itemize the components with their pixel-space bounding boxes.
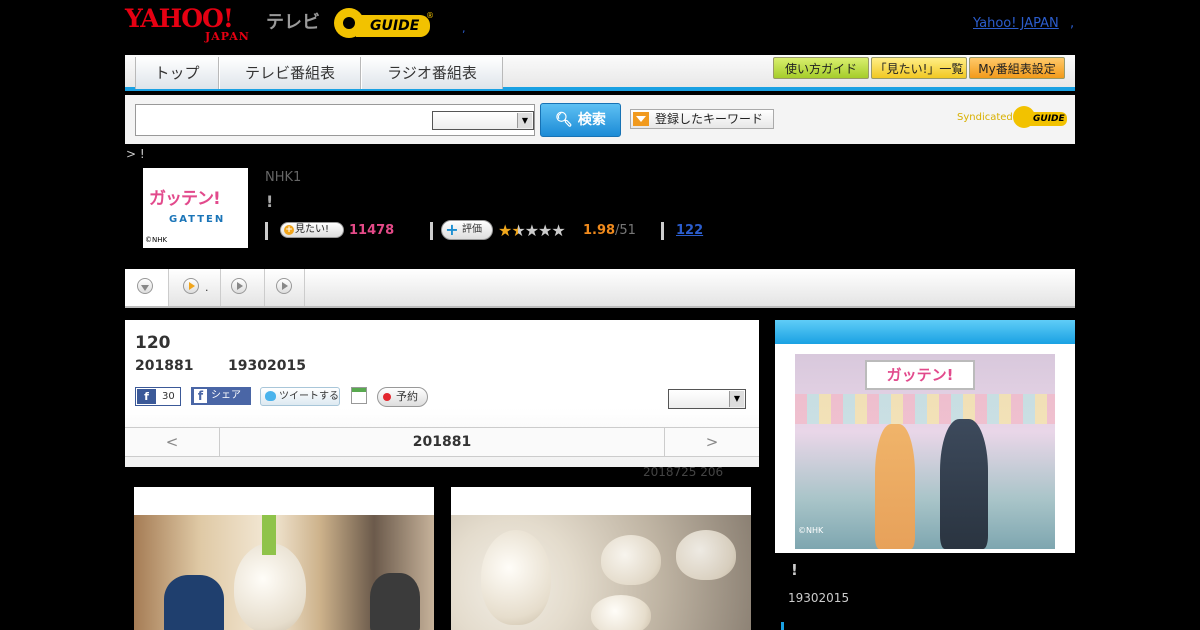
sidebar-title: ! — [791, 561, 798, 579]
twitter-bird-icon — [265, 391, 276, 401]
record-icon — [383, 393, 391, 401]
subtab-1[interactable] — [125, 269, 169, 306]
rate-button[interactable]: + 評価 — [441, 220, 493, 240]
sidebar-time: 19302015 — [788, 591, 850, 605]
episode-image-card[interactable] — [451, 487, 751, 630]
yahoo-japan-logo[interactable]: YAHOO! JAPAN — [125, 4, 262, 44]
header-link-separator: , — [1070, 16, 1075, 31]
nav-tab-top[interactable]: トップ — [135, 57, 219, 89]
star-filled-icon: ★ — [498, 221, 512, 240]
my-schedule-settings-button[interactable]: My番組表設定 — [969, 57, 1065, 79]
chevron-down-icon: ▼ — [517, 113, 532, 128]
current-date: 201881 — [412, 434, 472, 450]
star-half-icon: ★ — [511, 221, 525, 240]
divider — [661, 222, 664, 240]
facebook-icon: f — [194, 389, 207, 403]
chevron-down-icon: ▼ — [729, 391, 744, 407]
plus-icon: + — [284, 225, 294, 235]
play-icon — [276, 278, 292, 294]
episode-select[interactable]: ▼ — [668, 389, 746, 409]
gguide-logo-text: GUIDE — [356, 15, 430, 37]
tweet-button[interactable]: ツイートする — [260, 387, 340, 406]
star-empty-icon: ★ — [524, 221, 539, 240]
nav-tab-radio-schedule[interactable]: ラジオ番組表 — [361, 57, 503, 89]
rating-count: /51 — [615, 223, 636, 238]
play-icon — [231, 278, 247, 294]
mitai-count: 11478 — [349, 223, 395, 238]
sidebar-accent-bar — [781, 622, 784, 630]
review-count-link[interactable]: 122 — [676, 223, 703, 238]
next-date-button[interactable]: > — [664, 428, 759, 456]
subtab-4[interactable] — [265, 269, 305, 306]
sidebar-program-image[interactable]: ガッテン! ©NHK — [795, 354, 1055, 549]
rating-score: 1.98 — [583, 223, 616, 238]
chevron-down-icon — [137, 278, 153, 294]
subtab-3[interactable] — [221, 269, 265, 306]
studio-photo — [134, 515, 434, 630]
rating-stars: ★★★★★ — [498, 221, 566, 240]
reserve-button[interactable]: 予約 — [377, 387, 428, 407]
gguide-logo[interactable]: GUIDE ® — [334, 6, 434, 42]
star-empty-icon: ★ — [538, 221, 552, 240]
date-navigation: < 201881 > — [125, 427, 759, 457]
search-icon: 🔍︎ — [555, 112, 573, 128]
episode-image-card[interactable] — [134, 487, 434, 630]
tv-logo-text: テレビ — [266, 12, 320, 33]
facebook-like-count[interactable]: f 30 — [135, 387, 181, 406]
sidebar-header — [775, 320, 1075, 344]
subtab-2[interactable]: . — [169, 269, 221, 306]
update-info: 2018725 206 — [643, 465, 724, 479]
search-category-select[interactable]: ▼ — [432, 111, 534, 130]
calendar-icon[interactable] — [351, 387, 367, 404]
program-subtabs: . — [125, 269, 1075, 308]
guide-button[interactable]: 使い方ガイド — [773, 57, 869, 79]
program-thumbnail: ガッテン! GATTEN ©NHK — [143, 168, 248, 248]
yahoo-logo-text: YAHOO! — [125, 4, 234, 33]
episode-time: 19302015 — [228, 358, 306, 374]
mitai-list-button[interactable]: 「見たい!」一覧 — [871, 57, 967, 79]
sidebar-image-box: ガッテン! ©NHK — [775, 344, 1075, 553]
main-nav: トップ テレビ番組表 ラジオ番組表 使い方ガイド 「見たい!」一覧 My番組表設… — [125, 55, 1075, 91]
divider — [265, 222, 268, 240]
dropdown-arrow-icon — [633, 112, 649, 126]
plus-icon: + — [445, 220, 459, 239]
registered-mark: ® — [426, 11, 434, 20]
mitai-button[interactable]: + 見たい! — [280, 222, 344, 238]
episode-panel: 120 201881 19302015 f 30 f シェア ツイートする 予約… — [125, 320, 759, 467]
nav-tab-tv-schedule[interactable]: テレビ番組表 — [219, 57, 361, 89]
channel-name: NHK1 — [265, 170, 302, 185]
garlic-photo — [451, 515, 751, 630]
syndicated-gguide-logo: Syndicated GUIDE — [957, 106, 1069, 132]
play-icon — [183, 278, 199, 294]
japan-logo-text: JAPAN — [205, 30, 250, 43]
episode-date: 201881 — [135, 358, 194, 374]
search-bar: ▼ 🔍︎ 検索 登録したキーワード Syndicated GUIDE — [125, 95, 1075, 144]
yahoo-japan-link[interactable]: Yahoo! JAPAN — [973, 16, 1059, 31]
prev-date-button[interactable]: < — [125, 428, 220, 456]
search-button[interactable]: 🔍︎ 検索 — [540, 103, 621, 137]
facebook-icon: f — [137, 389, 156, 404]
divider — [430, 222, 433, 240]
program-title: ! — [266, 192, 274, 211]
star-empty-icon: ★ — [551, 221, 565, 240]
breadcrumb: > ! — [126, 147, 145, 161]
facebook-share-button[interactable]: f シェア — [191, 387, 251, 405]
header-separator: , — [462, 22, 466, 35]
episode-number: 120 — [135, 333, 171, 353]
registered-keywords-button[interactable]: 登録したキーワード — [630, 109, 774, 129]
